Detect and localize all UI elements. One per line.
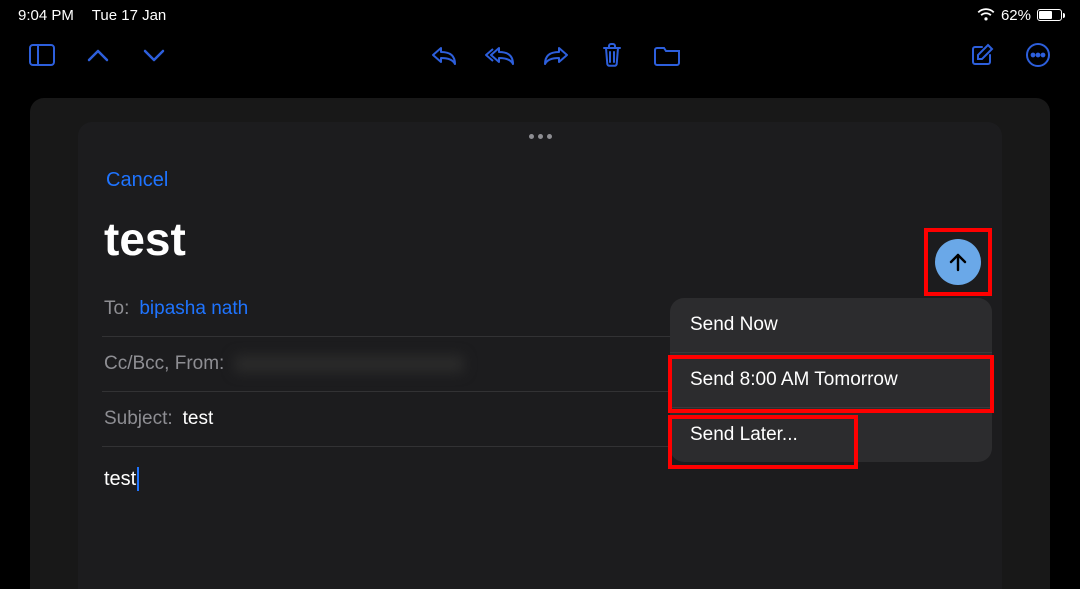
compose-title: test	[102, 192, 978, 282]
next-message-icon[interactable]	[138, 39, 170, 71]
status-date: Tue 17 Jan	[92, 7, 167, 24]
move-folder-icon[interactable]	[652, 39, 684, 71]
highlight-send-button	[924, 228, 992, 296]
trash-icon[interactable]	[596, 39, 628, 71]
compose-icon[interactable]	[966, 39, 998, 71]
menu-send-later[interactable]: Send Later...	[670, 408, 992, 462]
mail-toolbar	[0, 26, 1080, 84]
to-recipient[interactable]: bipasha nath	[139, 298, 248, 320]
menu-send-tomorrow[interactable]: Send 8:00 AM Tomorrow	[670, 353, 992, 408]
send-button[interactable]	[935, 239, 981, 285]
more-icon[interactable]	[1022, 39, 1054, 71]
forward-icon[interactable]	[540, 39, 572, 71]
prev-message-icon[interactable]	[82, 39, 114, 71]
reply-all-icon[interactable]	[484, 39, 516, 71]
status-bar: 9:04 PM Tue 17 Jan 62%	[0, 0, 1080, 26]
text-cursor	[137, 467, 139, 491]
subject-label: Subject:	[104, 408, 173, 430]
wifi-icon	[977, 8, 995, 22]
reply-icon[interactable]	[428, 39, 460, 71]
send-options-menu: Send Now Send 8:00 AM Tomorrow Send Late…	[670, 298, 992, 462]
to-label: To:	[104, 298, 129, 320]
body-text: test	[104, 468, 136, 491]
menu-send-now[interactable]: Send Now	[670, 298, 992, 353]
sidebar-toggle-icon[interactable]	[26, 39, 58, 71]
battery-pct: 62%	[1001, 7, 1031, 24]
cancel-button[interactable]: Cancel	[106, 169, 168, 191]
battery-fill	[1039, 11, 1052, 19]
sheet-grabber-icon[interactable]	[102, 122, 978, 139]
ccbcc-label: Cc/Bcc, From:	[104, 353, 224, 375]
status-time: 9:04 PM	[18, 7, 74, 24]
from-address-redacted	[234, 355, 464, 373]
arrow-up-icon	[947, 251, 969, 273]
subject-value: test	[183, 408, 214, 430]
battery-icon	[1037, 9, 1062, 21]
